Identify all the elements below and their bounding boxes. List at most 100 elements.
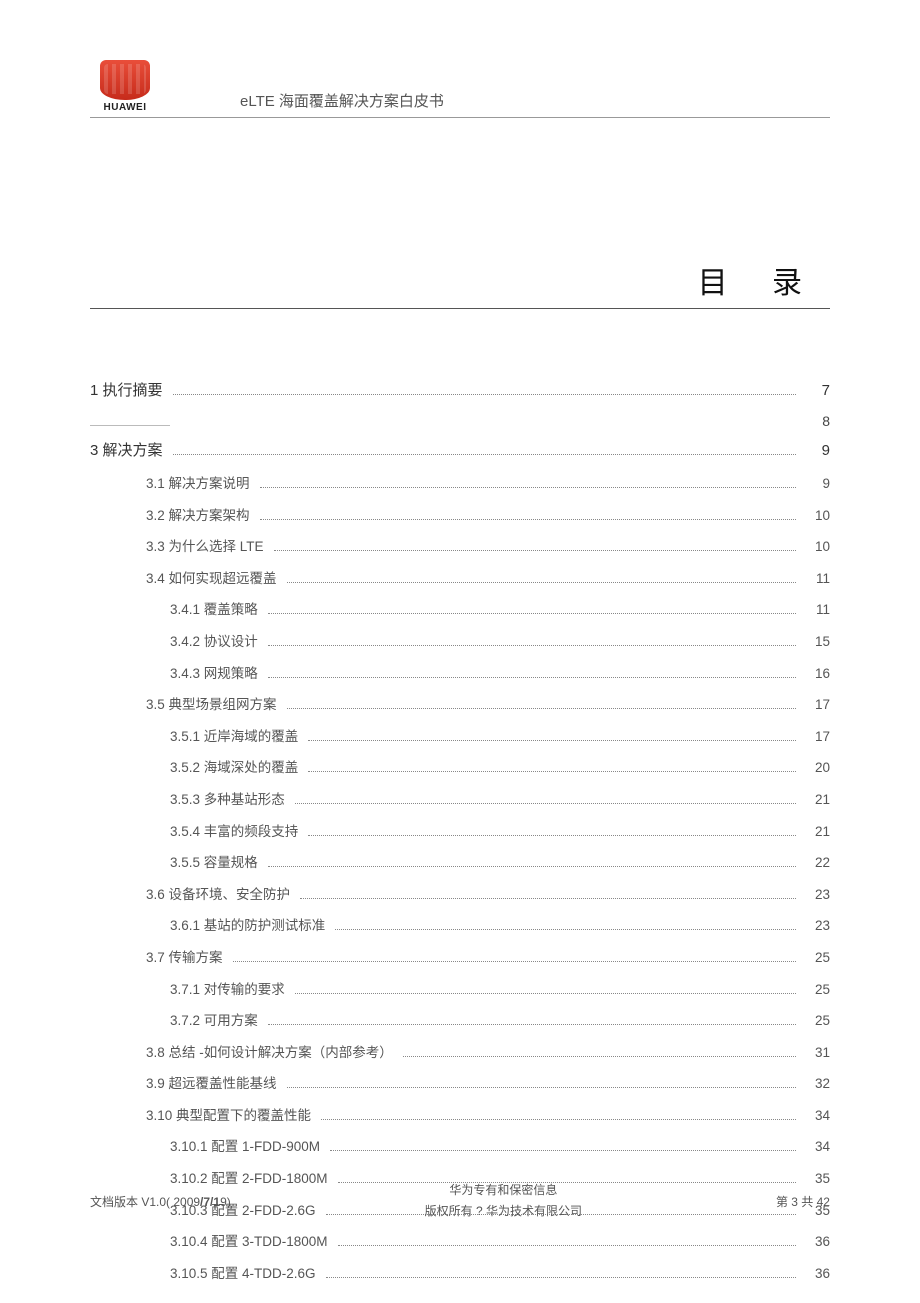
- toc-leader-dots: [308, 770, 796, 772]
- toc-leader-dots: [338, 1244, 796, 1246]
- toc-entry: 3 解决方案 9: [90, 439, 830, 463]
- toc-entry: 3.2 解决方案架构 10: [146, 505, 830, 527]
- toc-entry: 3.5.3 多种基站形态 21: [170, 789, 830, 811]
- toc-entry: 3.3 为什么选择 LTE 10: [146, 536, 830, 558]
- toc-leader-dots: [173, 453, 796, 455]
- toc-page: 23: [800, 884, 830, 906]
- toc-label: 3.7.2 可用方案: [170, 1010, 264, 1032]
- toc-leader-dots: [287, 1086, 796, 1088]
- toc-leader-dots: [295, 802, 796, 804]
- toc-page: 7: [800, 379, 830, 403]
- toc-label: 3.2 解决方案架构: [146, 505, 256, 527]
- toc-entry: 3.5.4 丰富的频段支持 21: [170, 821, 830, 843]
- toc-label: 3.7 传输方案: [146, 947, 229, 969]
- footer-version-suffix: 9): [220, 1195, 231, 1209]
- toc-leader-dots: [330, 1149, 796, 1151]
- toc-page: 11: [800, 568, 830, 590]
- toc-page: 32: [800, 1073, 830, 1095]
- toc-entry: 3.5 典型场景组网方案 17: [146, 694, 830, 716]
- toc-page: 9: [800, 473, 830, 495]
- toc-entry: 3.4.2 协议设计15: [170, 631, 830, 653]
- toc-label: [90, 425, 170, 426]
- footer-center: 华为专有和保密信息 版权所有 ? 华为技术有限公司: [425, 1180, 582, 1223]
- toc-page: 25: [800, 947, 830, 969]
- toc-label: 3.5 典型场景组网方案: [146, 694, 283, 716]
- footer-confidential: 华为专有和保密信息: [425, 1180, 582, 1202]
- toc-entry: 3.10.5 配置 4-TDD-2.6G 36: [170, 1263, 830, 1285]
- toc-page: 36: [800, 1263, 830, 1285]
- toc-page: 16: [800, 663, 830, 685]
- toc-leader-dots: [274, 549, 796, 551]
- toc-entry: 3.10.1 配置 1-FDD-900M 34: [170, 1136, 830, 1158]
- toc-page: 15: [800, 631, 830, 653]
- toc-label: 3.6 设备环境、安全防护: [146, 884, 296, 906]
- toc-leader-dots: [300, 897, 796, 899]
- toc-label: 3.6.1 基站的防护测试标准: [170, 915, 331, 937]
- toc-page: 17: [800, 726, 830, 748]
- toc-label: 3.7.1 对传输的要求: [170, 979, 291, 1001]
- toc-entry: 3.5.5 容量规格22: [170, 852, 830, 874]
- toc-label: 3 解决方案: [90, 439, 169, 463]
- toc-entry: 3.10.4 配置 3-TDD-1800M36: [170, 1231, 830, 1253]
- page-header: HUAWEI eLTE 海面覆盖解决方案白皮书: [90, 60, 830, 118]
- toc-leader-dots: [287, 581, 796, 583]
- toc-label: 3.10.1 配置 1-FDD-900M: [170, 1136, 326, 1158]
- toc-page: 9: [800, 439, 830, 463]
- toc-label: 3.5.2 海域深处的覆盖: [170, 757, 304, 779]
- toc-label: 1 执行摘要: [90, 379, 169, 403]
- toc-entry: 3.9 超远覆盖性能基线32: [146, 1073, 830, 1095]
- footer-version-prefix: 文档版本 V1.0( 2009: [90, 1195, 200, 1209]
- toc-page: 34: [800, 1136, 830, 1158]
- toc-label: 3.10.5 配置 4-TDD-2.6G: [170, 1263, 322, 1285]
- toc-entry-compressed: 8: [90, 413, 830, 429]
- toc-entry: 3.6.1 基站的防护测试标准 23: [170, 915, 830, 937]
- document-title: eLTE 海面覆盖解决方案白皮书: [240, 90, 444, 113]
- toc-label: 3.5.4 丰富的频段支持: [170, 821, 304, 843]
- huawei-logo-icon: [100, 60, 150, 100]
- toc-leader-dots: [268, 676, 796, 678]
- footer-version: 文档版本 V1.0( 2009/7/19): [90, 1193, 231, 1210]
- toc-entry: 3.5.1 近岸海域的覆盖17: [170, 726, 830, 748]
- toc-leader-dots: [260, 518, 796, 520]
- toc-leader-dots: [321, 1118, 796, 1120]
- toc-entry: 3.5.2 海域深处的覆盖 20: [170, 757, 830, 779]
- toc-entry: 3.8 总结 -如何设计解决方案（内部参考） 31: [146, 1042, 830, 1064]
- toc-label: 3.3 为什么选择 LTE: [146, 536, 270, 558]
- toc-entry: 3.1 解决方案说明9: [146, 473, 830, 495]
- toc-entry: 3.4 如何实现超远覆盖11: [146, 568, 830, 590]
- toc-page: 21: [800, 821, 830, 843]
- toc-leader-dots: [335, 928, 796, 930]
- toc-page: 10: [800, 536, 830, 558]
- toc-leader-dots: [268, 1023, 796, 1025]
- toc-page: 34: [800, 1105, 830, 1127]
- toc-leader-dots: [326, 1276, 796, 1278]
- toc-page: 31: [800, 1042, 830, 1064]
- toc-page: 17: [800, 694, 830, 716]
- toc-entry: 3.4.1 覆盖策略11: [170, 599, 830, 621]
- toc-page: 8: [800, 413, 830, 429]
- toc-leader-dots: [268, 644, 796, 646]
- toc-entry: 3.7 传输方案 25: [146, 947, 830, 969]
- toc-label: 3.4.3 网规策略: [170, 663, 264, 685]
- toc-page: 20: [800, 757, 830, 779]
- toc-label: 3.10 典型配置下的覆盖性能: [146, 1105, 317, 1127]
- toc-entry: 3.4.3 网规策略 16: [170, 663, 830, 685]
- toc-page: 21: [800, 789, 830, 811]
- toc-leader-dots: [308, 739, 796, 741]
- toc-leader-dots: [260, 486, 796, 488]
- table-of-contents: 1 执行摘要783 解决方案93.1 解决方案说明93.2 解决方案架构103.…: [90, 379, 830, 1284]
- toc-leader-dots: [268, 612, 796, 614]
- toc-label: 3.5.3 多种基站形态: [170, 789, 291, 811]
- toc-leader-dots: [268, 865, 796, 867]
- footer-version-bold: /7/1: [200, 1195, 220, 1209]
- toc-entry: 3.7.2 可用方案25: [170, 1010, 830, 1032]
- toc-label: 3.8 总结 -如何设计解决方案（内部参考）: [146, 1042, 399, 1064]
- toc-entry: 1 执行摘要 7: [90, 379, 830, 403]
- toc-leader-dots: [403, 1055, 796, 1057]
- toc-label: 3.5.5 容量规格: [170, 852, 264, 874]
- toc-leader-dots: [308, 834, 796, 836]
- toc-label: 3.10.4 配置 3-TDD-1800M: [170, 1231, 334, 1253]
- toc-leader-dots: [173, 393, 796, 395]
- toc-page: 23: [800, 915, 830, 937]
- toc-page: 10: [800, 505, 830, 527]
